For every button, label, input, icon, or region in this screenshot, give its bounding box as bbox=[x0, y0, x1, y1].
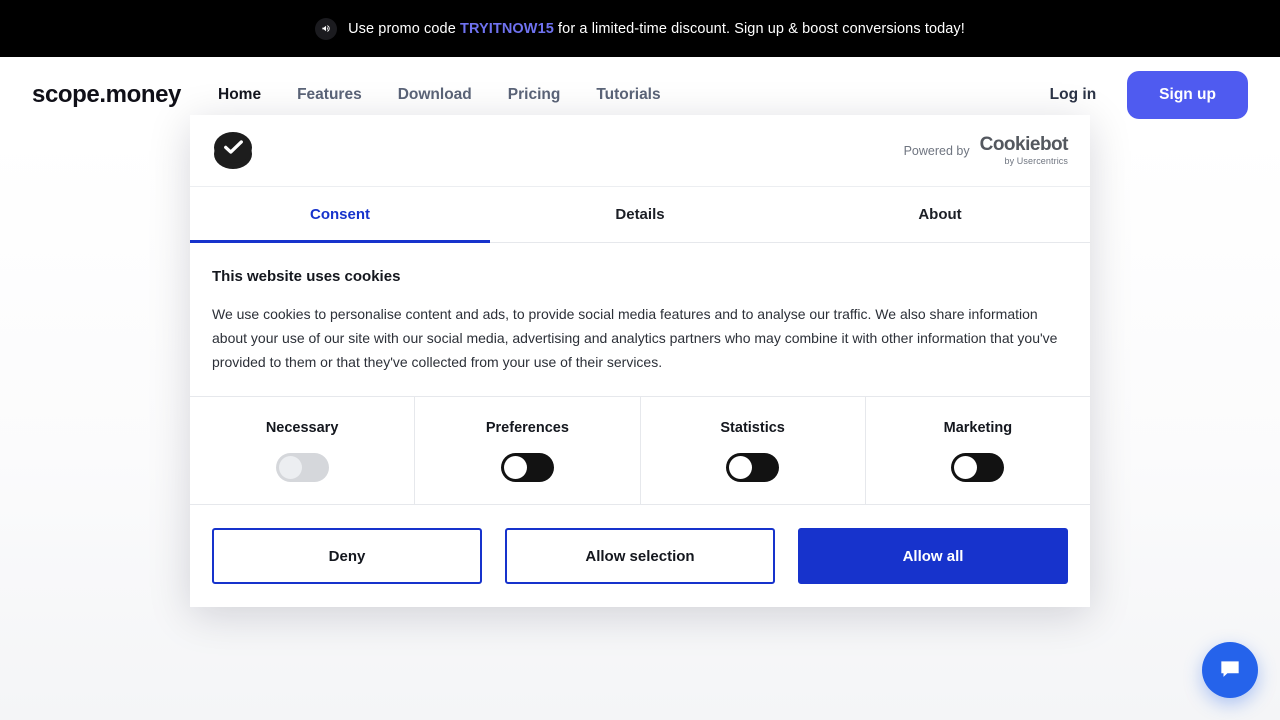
main-navigation: Home Features Download Pricing Tutorials bbox=[218, 86, 661, 104]
tab-consent[interactable]: Consent bbox=[190, 187, 490, 243]
cookiebot-subtitle: by Usercentrics bbox=[1004, 156, 1068, 166]
cookie-dialog-body: This website uses cookies We use cookies… bbox=[190, 243, 1090, 397]
powered-by-label: Powered by bbox=[903, 143, 970, 158]
header-actions: Log in Sign up bbox=[1050, 71, 1248, 119]
cookie-dialog-tabs: Consent Details About bbox=[190, 187, 1090, 243]
cookie-category-necessary: Necessary bbox=[190, 397, 416, 504]
promo-text-after: for a limited-time discount. Sign up & b… bbox=[553, 20, 965, 37]
deny-button[interactable]: Deny bbox=[212, 528, 482, 584]
nav-item-tutorials[interactable]: Tutorials bbox=[596, 86, 660, 104]
cookie-category-list: Necessary Preferences Statistics Marketi… bbox=[190, 397, 1090, 505]
cookie-category-label: Statistics bbox=[720, 419, 785, 436]
allow-all-button[interactable]: Allow all bbox=[798, 528, 1068, 584]
promo-text: Use promo code TRYITNOW15 for a limited-… bbox=[348, 21, 965, 37]
tab-about[interactable]: About bbox=[790, 187, 1090, 242]
cookie-dialog-description: We use cookies to personalise content an… bbox=[212, 306, 1058, 370]
nav-item-download[interactable]: Download bbox=[398, 86, 472, 104]
powered-by-cookiebot[interactable]: Powered by Cookiebot by Usercentrics bbox=[903, 134, 1069, 166]
cookie-dialog-actions: Deny Allow selection Allow all bbox=[190, 505, 1090, 607]
promo-text-before: Use promo code bbox=[348, 20, 460, 37]
cookie-consent-dialog: Powered by Cookiebot by Usercentrics Con… bbox=[190, 115, 1090, 607]
promo-banner-content: Use promo code TRYITNOW15 for a limited-… bbox=[315, 17, 965, 40]
signup-button[interactable]: Sign up bbox=[1127, 71, 1248, 119]
nav-item-pricing[interactable]: Pricing bbox=[508, 86, 561, 104]
cookiebot-check-coin-icon bbox=[212, 130, 254, 172]
brand-logo[interactable]: scope.money bbox=[32, 81, 181, 109]
toggle-statistics[interactable] bbox=[726, 452, 780, 482]
cookie-category-label: Preferences bbox=[485, 419, 569, 436]
chat-bubble-icon bbox=[1221, 661, 1239, 677]
cookie-dialog-heading: This website uses cookies bbox=[212, 268, 401, 285]
login-link[interactable]: Log in bbox=[1050, 86, 1097, 104]
nav-item-features[interactable]: Features bbox=[297, 86, 362, 104]
chat-launcher-button[interactable] bbox=[1202, 642, 1258, 698]
cookie-category-label: Marketing bbox=[943, 419, 1013, 436]
allow-selection-button[interactable]: Allow selection bbox=[505, 528, 775, 584]
promo-banner: Use promo code TRYITNOW15 for a limited-… bbox=[0, 0, 1280, 57]
toggle-necessary bbox=[275, 452, 329, 482]
cookie-category-preferences: Preferences bbox=[415, 397, 641, 504]
cookie-category-label: Necessary bbox=[265, 419, 339, 436]
cookie-dialog-header: Powered by Cookiebot by Usercentrics bbox=[190, 115, 1090, 187]
toggle-preferences[interactable] bbox=[500, 452, 554, 482]
cookiebot-name: Cookiebot bbox=[979, 134, 1069, 155]
megaphone-icon bbox=[315, 17, 338, 40]
promo-code: TRYITNOW15 bbox=[460, 20, 554, 37]
tab-details[interactable]: Details bbox=[490, 187, 790, 242]
nav-item-home[interactable]: Home bbox=[218, 86, 261, 104]
toggle-marketing[interactable] bbox=[951, 452, 1005, 482]
cookie-category-statistics: Statistics bbox=[641, 397, 866, 504]
cookie-category-marketing: Marketing bbox=[866, 397, 1090, 504]
page-root: Use promo code TRYITNOW15 for a limited-… bbox=[0, 0, 1280, 720]
cookiebot-wordmark: Cookiebot by Usercentrics bbox=[979, 134, 1069, 166]
